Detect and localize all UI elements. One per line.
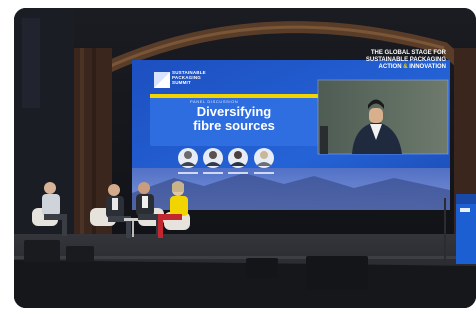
event-logo-line: SUMMIT xyxy=(172,80,191,85)
floor-monitor xyxy=(306,256,368,290)
session-title-line: fibre sources xyxy=(193,118,275,133)
floor-monitor xyxy=(24,240,60,262)
session-title-line: Diversifying xyxy=(196,104,272,119)
session-title: Diversifying fibre sources xyxy=(156,105,312,133)
tagline-text: FOR xyxy=(431,50,446,56)
conference-photo: SUSTAINABLE PACKAGING SUMMIT THE GLOBAL … xyxy=(14,8,476,308)
speaker-video-feed xyxy=(317,79,449,155)
floor-monitor xyxy=(66,246,94,262)
event-tagline: THE GLOBAL STAGE FOR SUSTAINABLE PACKAGI… xyxy=(332,50,446,71)
tagline-highlight: GLOBAL STAGE xyxy=(384,50,432,56)
floor-monitor xyxy=(246,258,278,278)
event-logo-text: SUSTAINABLE PACKAGING SUMMIT xyxy=(172,70,206,85)
tagline-text: SUSTAINABLE PACKAGING xyxy=(365,57,446,63)
yellow-top xyxy=(170,196,188,216)
tagline-text: THE xyxy=(370,50,385,56)
tagline-highlight: ACTION xyxy=(378,64,402,70)
tagline-highlight: INNOVATION xyxy=(409,64,446,70)
